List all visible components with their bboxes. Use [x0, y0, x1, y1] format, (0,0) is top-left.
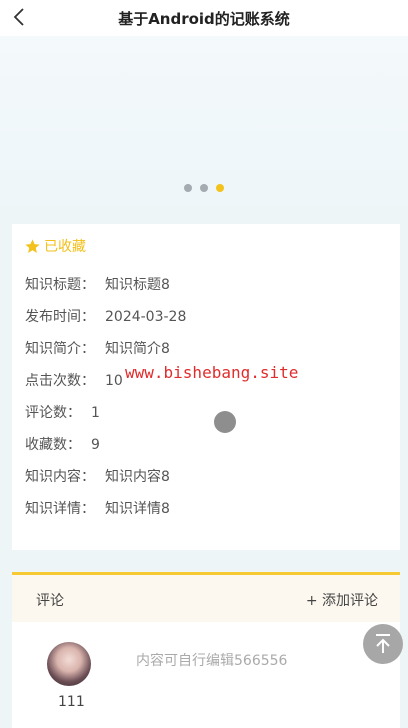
field-value: 知识标题8 [105, 277, 170, 293]
carousel-indicators [0, 184, 408, 192]
chevron-left-icon [13, 8, 24, 26]
field-value: 1 [91, 405, 100, 421]
field-label: 发布时间： [25, 309, 95, 325]
favorite-label: 已收藏 [44, 239, 86, 255]
comment-item: 111 内容可自行编辑566556 [12, 622, 400, 728]
avatar [47, 642, 91, 686]
arrow-up-icon [376, 634, 390, 653]
field-value: 知识详情8 [105, 501, 170, 517]
field-favorite-count: 收藏数： 9 [25, 434, 100, 454]
field-comment-count: 评论数： 1 [25, 402, 100, 422]
comments-header: 评论 + 添加评论 [12, 572, 400, 623]
field-value: 10 [105, 373, 123, 389]
field-label: 知识内容： [25, 469, 95, 485]
field-details: 知识详情： 知识详情8 [25, 498, 170, 518]
field-label: 点击次数： [25, 373, 95, 389]
field-click-count: 点击次数： 10 [25, 370, 123, 390]
page-title: 基于Android的记账系统 [118, 9, 290, 28]
scroll-to-top-button[interactable] [363, 624, 403, 664]
star-icon [25, 238, 40, 253]
field-content: 知识内容： 知识内容8 [25, 466, 170, 486]
top-bar: 基于Android的记账系统 [0, 0, 408, 36]
field-label: 评论数： [25, 405, 81, 421]
carousel-dot[interactable] [200, 184, 208, 192]
carousel-dot[interactable] [184, 184, 192, 192]
field-publish-time: 发布时间： 2024-03-28 [25, 306, 186, 326]
field-value: 2024-03-28 [105, 309, 187, 325]
field-summary: 知识简介： 知识简介8 [25, 338, 170, 358]
back-button[interactable] [6, 4, 32, 30]
field-title: 知识标题： 知识标题8 [25, 274, 170, 294]
field-value: 知识简介8 [105, 341, 170, 357]
field-label: 知识简介： [25, 341, 95, 357]
field-label: 知识标题： [25, 277, 95, 293]
comment-username: 111 [58, 694, 85, 710]
field-label: 收藏数： [25, 437, 81, 453]
watermark-text: www.bishebang.site [125, 363, 299, 382]
loading-indicator [214, 411, 236, 433]
comments-title: 评论 [36, 593, 64, 609]
field-value: 9 [91, 437, 100, 453]
carousel-dot-active[interactable] [216, 184, 224, 192]
knowledge-detail-card: 已收藏 知识标题： 知识标题8 发布时间： 2024-03-28 知识简介： 知识简介… [12, 224, 400, 550]
favorite-toggle[interactable]: 已收藏 [24, 236, 86, 256]
field-label: 知识详情： [25, 501, 95, 517]
field-value: 知识内容8 [105, 469, 170, 485]
add-comment-button[interactable]: + 添加评论 [306, 590, 378, 610]
image-carousel[interactable] [0, 36, 408, 206]
comment-text: 内容可自行编辑566556 [136, 653, 288, 669]
